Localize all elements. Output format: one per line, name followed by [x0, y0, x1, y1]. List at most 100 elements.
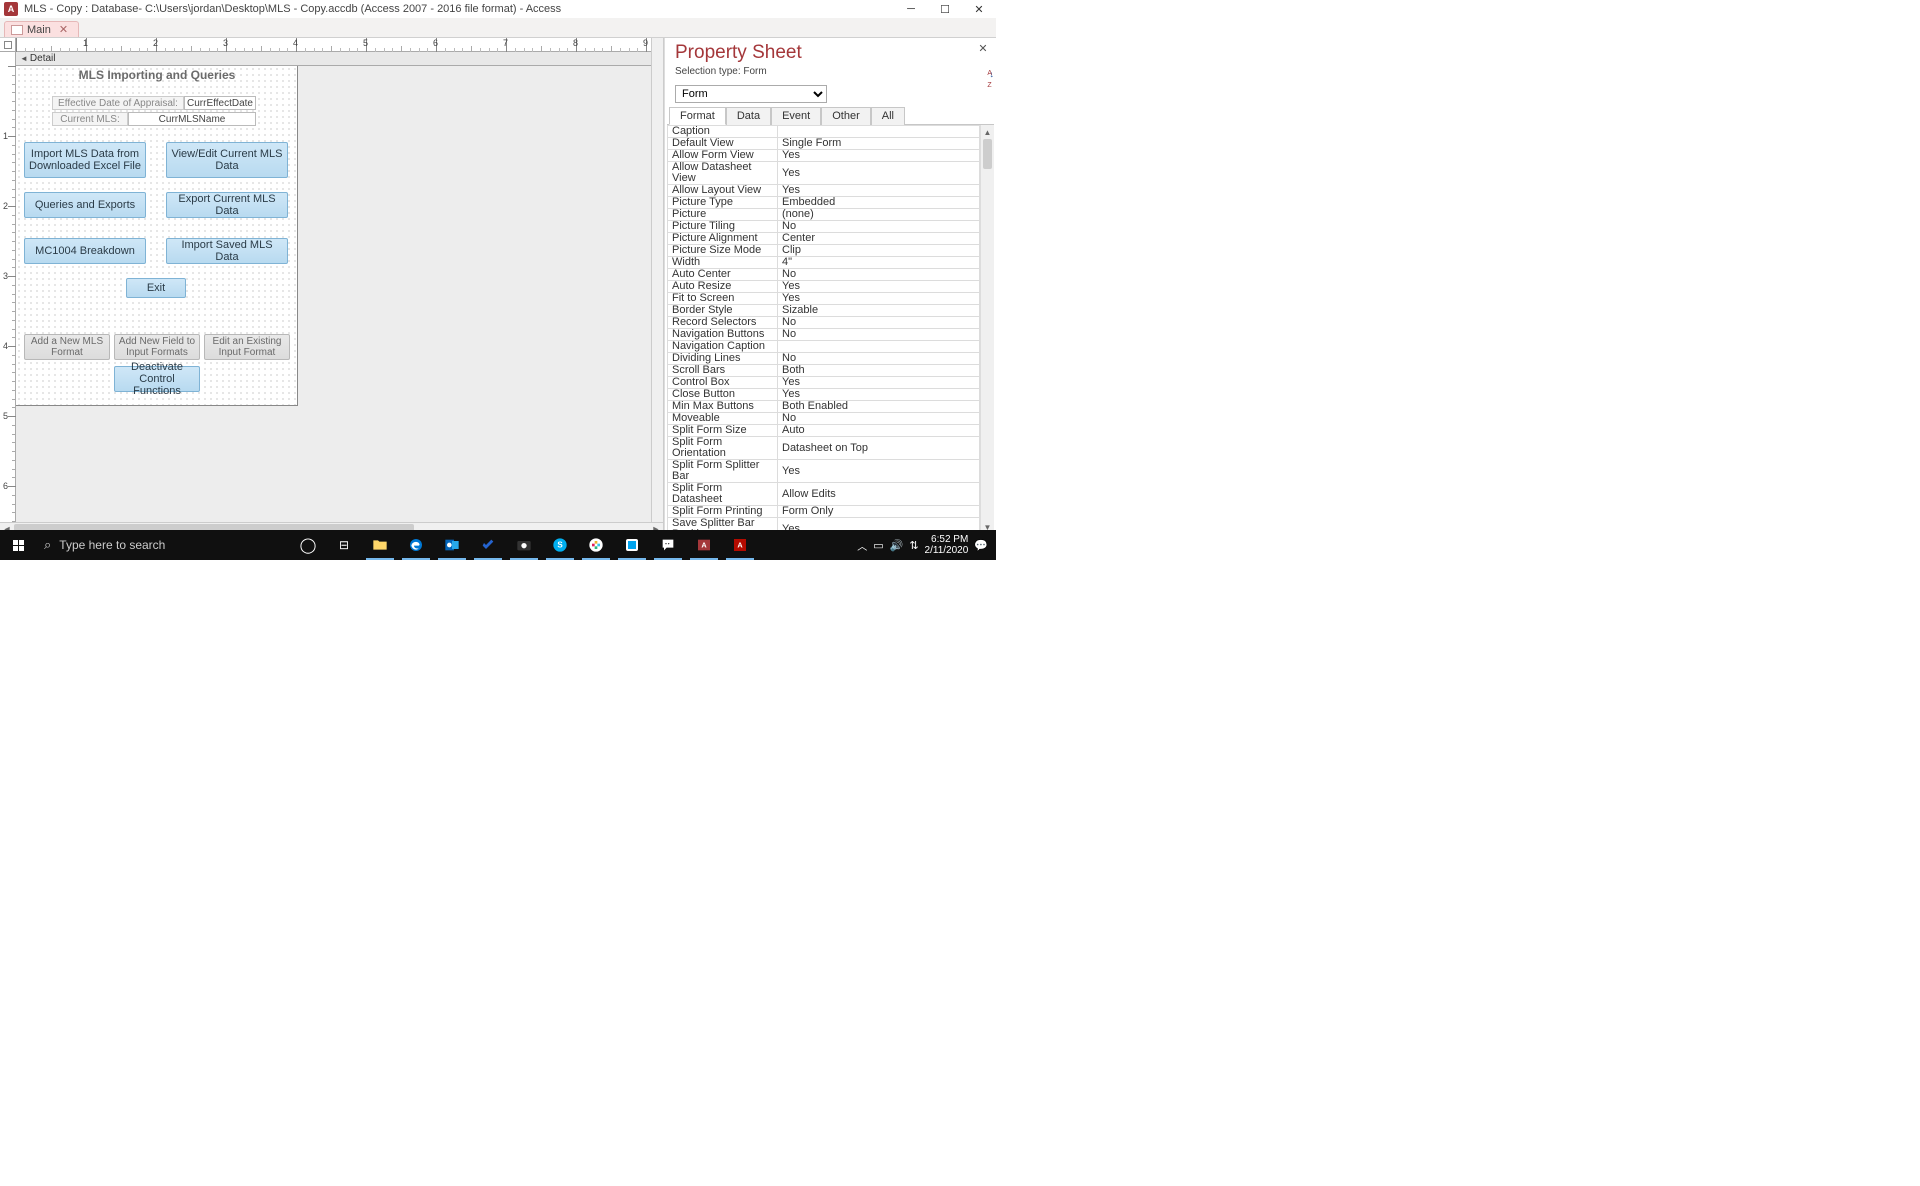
start-button[interactable]	[0, 530, 36, 560]
property-value-cell[interactable]: Sizable	[778, 305, 980, 317]
taskbar-app-generic[interactable]	[614, 530, 650, 560]
property-name-cell[interactable]: Navigation Caption	[668, 341, 778, 353]
vertical-ruler[interactable]: 123456	[0, 52, 16, 522]
horizontal-ruler[interactable]: 123456789	[16, 38, 663, 52]
property-name-cell[interactable]: Allow Datasheet View	[668, 162, 778, 185]
property-row[interactable]: Default ViewSingle Form	[668, 138, 980, 150]
tray-volume-icon[interactable]: 🔊	[890, 539, 904, 552]
property-value-cell[interactable]: 4"	[778, 257, 980, 269]
property-value-cell[interactable]: Single Form	[778, 138, 980, 150]
property-name-cell[interactable]: Split Form Orientation	[668, 437, 778, 460]
property-row[interactable]: Border StyleSizable	[668, 305, 980, 317]
property-name-cell[interactable]: Picture Size Mode	[668, 245, 778, 257]
design-canvas[interactable]: MLS Importing and Queries Effective Date…	[16, 66, 651, 522]
design-vertical-scrollbar[interactable]	[651, 38, 663, 522]
property-name-cell[interactable]: Split Form Size	[668, 425, 778, 437]
property-name-cell[interactable]: Dividing Lines	[668, 353, 778, 365]
taskbar-outlook[interactable]	[434, 530, 470, 560]
property-value-cell[interactable]: No	[778, 221, 980, 233]
property-name-cell[interactable]: Fit to Screen	[668, 293, 778, 305]
property-row[interactable]: Auto CenterNo	[668, 269, 980, 281]
tab-data[interactable]: Data	[726, 107, 771, 125]
property-value-cell[interactable]: Yes	[778, 185, 980, 197]
property-value-cell[interactable]: Yes	[778, 389, 980, 401]
property-row[interactable]: Allow Layout ViewYes	[668, 185, 980, 197]
property-row[interactable]: Picture Size ModeClip	[668, 245, 980, 257]
tray-clock[interactable]: 6:52 PM 2/11/2020	[925, 534, 969, 556]
property-value-cell[interactable]: Datasheet on Top	[778, 437, 980, 460]
property-name-cell[interactable]: Split Form Printing	[668, 506, 778, 518]
system-tray[interactable]: ︿ ▭ 🔊 ⇅ 6:52 PM 2/11/2020 💬	[857, 534, 996, 556]
property-row[interactable]: Picture AlignmentCenter	[668, 233, 980, 245]
property-value-cell[interactable]: Auto	[778, 425, 980, 437]
tray-notifications-icon[interactable]: 💬	[974, 539, 988, 552]
taskbar-file-explorer[interactable]	[362, 530, 398, 560]
taskbar-access[interactable]: A	[686, 530, 722, 560]
property-row[interactable]: Split Form SizeAuto	[668, 425, 980, 437]
property-name-cell[interactable]: Default View	[668, 138, 778, 150]
button-deactivate[interactable]: Deactivate Control Functions	[114, 366, 200, 392]
property-name-cell[interactable]: Navigation Buttons	[668, 329, 778, 341]
task-view-button[interactable]: ◯	[290, 530, 326, 560]
property-name-cell[interactable]: Width	[668, 257, 778, 269]
property-value-cell[interactable]: No	[778, 317, 980, 329]
property-value-cell[interactable]: Both Enabled	[778, 401, 980, 413]
property-row[interactable]: Navigation ButtonsNo	[668, 329, 980, 341]
ruler-corner-selector[interactable]	[0, 38, 16, 52]
property-value-cell[interactable]: No	[778, 413, 980, 425]
window-minimize-button[interactable]: ─	[894, 0, 928, 18]
button-view-edit[interactable]: View/Edit Current MLS Data	[166, 142, 288, 178]
property-name-cell[interactable]: Moveable	[668, 413, 778, 425]
label-effective-date[interactable]: Effective Date of Appraisal:	[52, 96, 184, 110]
button-export-current[interactable]: Export Current MLS Data	[166, 192, 288, 218]
property-name-cell[interactable]: Scroll Bars	[668, 365, 778, 377]
property-value-cell[interactable]: No	[778, 329, 980, 341]
tray-battery-icon[interactable]: ▭	[873, 539, 883, 552]
property-grid-scrollbar[interactable]: ▲ ▼	[980, 125, 994, 534]
scroll-up-arrow[interactable]: ▲	[981, 125, 994, 139]
tray-chevron-icon[interactable]: ︿	[857, 538, 867, 553]
tab-all[interactable]: All	[871, 107, 905, 125]
property-name-cell[interactable]: Close Button	[668, 389, 778, 401]
property-name-cell[interactable]: Control Box	[668, 377, 778, 389]
property-row[interactable]: Allow Form ViewYes	[668, 150, 980, 162]
taskbar-slack[interactable]	[578, 530, 614, 560]
property-row[interactable]: Auto ResizeYes	[668, 281, 980, 293]
property-row[interactable]: Control BoxYes	[668, 377, 980, 389]
property-value-cell[interactable]: No	[778, 353, 980, 365]
taskbar-skype[interactable]: S	[542, 530, 578, 560]
property-name-cell[interactable]: Picture Alignment	[668, 233, 778, 245]
form-title-label[interactable]: MLS Importing and Queries	[18, 68, 296, 84]
property-value-cell[interactable]: Form Only	[778, 506, 980, 518]
button-add-new-mls[interactable]: Add a New MLS Format	[24, 334, 110, 360]
property-row[interactable]: Split Form Splitter BarYes	[668, 460, 980, 483]
property-row[interactable]: Split Form OrientationDatasheet on Top	[668, 437, 980, 460]
property-value-cell[interactable]: Yes	[778, 293, 980, 305]
property-sheet-close-button[interactable]: ✕	[974, 40, 992, 56]
field-effective-date[interactable]: CurrEffectDate	[184, 96, 256, 110]
button-edit-existing[interactable]: Edit an Existing Input Format	[204, 334, 290, 360]
property-sheet-object-selector[interactable]: Form	[675, 85, 827, 103]
property-value-cell[interactable]: Yes	[778, 460, 980, 483]
property-name-cell[interactable]: Allow Layout View	[668, 185, 778, 197]
property-value-cell[interactable]: Yes	[778, 281, 980, 293]
property-value-cell[interactable]: Allow Edits	[778, 483, 980, 506]
property-value-cell[interactable]	[778, 341, 980, 353]
button-mc1004[interactable]: MC1004 Breakdown	[24, 238, 146, 264]
property-name-cell[interactable]: Caption	[668, 126, 778, 138]
property-name-cell[interactable]: Auto Center	[668, 269, 778, 281]
taskbar-edge[interactable]	[398, 530, 434, 560]
taskbar-camera[interactable]	[506, 530, 542, 560]
property-row[interactable]: Picture TypeEmbedded	[668, 197, 980, 209]
property-row[interactable]: Allow Datasheet ViewYes	[668, 162, 980, 185]
property-row[interactable]: Close ButtonYes	[668, 389, 980, 401]
window-maximize-button[interactable]: ☐	[928, 0, 962, 18]
button-exit[interactable]: Exit	[126, 278, 186, 298]
property-row[interactable]: Navigation Caption	[668, 341, 980, 353]
tab-event[interactable]: Event	[771, 107, 821, 125]
property-row[interactable]: Split Form PrintingForm Only	[668, 506, 980, 518]
property-value-cell[interactable]	[778, 126, 980, 138]
property-sheet-sort-button[interactable]	[987, 66, 992, 90]
taskbar-acrobat[interactable]: A	[722, 530, 758, 560]
property-value-cell[interactable]: Center	[778, 233, 980, 245]
